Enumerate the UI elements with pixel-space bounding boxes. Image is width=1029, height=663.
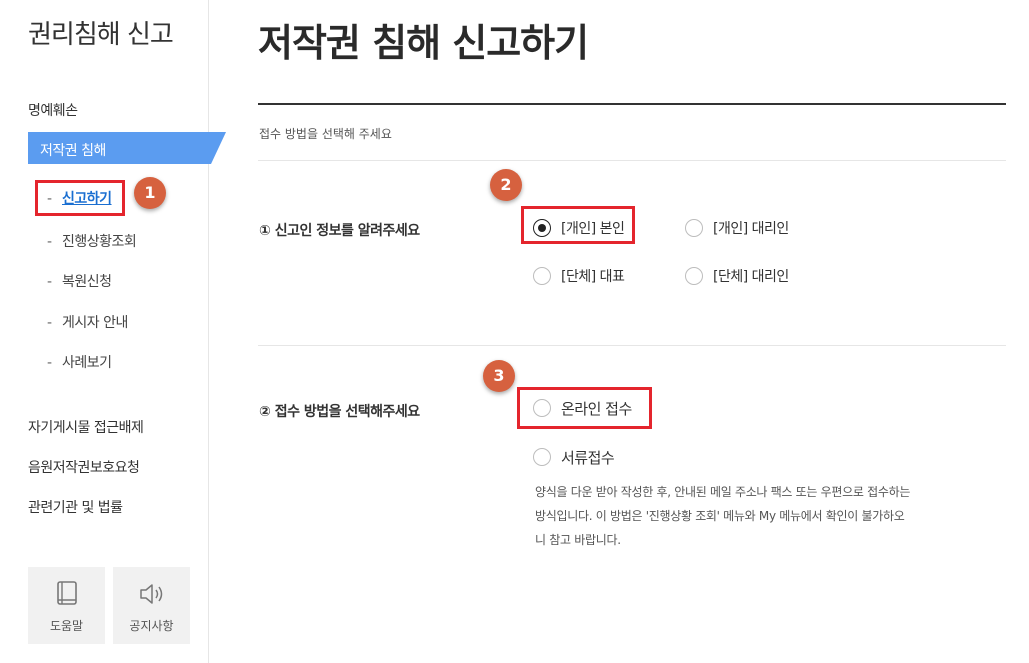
radio-individual-agent[interactable]: [개인] 대리인 <box>685 217 789 239</box>
question-submission-method: ② 접수 방법을 선택해주세요 <box>259 404 420 420</box>
submenu-item-progress[interactable]: - 진행상황조회 <box>47 231 137 251</box>
radio-group-agent[interactable]: [단체] 대리인 <box>685 265 789 287</box>
book-icon <box>28 581 105 609</box>
sidebar-title: 권리침해 신고 <box>28 20 174 50</box>
step-badge-1: 1 <box>134 177 166 209</box>
radio-button[interactable] <box>685 267 703 285</box>
sidebar-item-self-exclusion[interactable]: 자기게시물 접근배제 <box>28 417 144 437</box>
submenu-item-restore[interactable]: - 복원신청 <box>47 271 112 291</box>
submenu-item-label: 진행상황조회 <box>62 234 137 250</box>
sidebar-item-related-laws[interactable]: 관련기관 및 법률 <box>28 497 123 517</box>
notice-button[interactable]: 공지사항 <box>113 567 190 644</box>
question-reporter-info: ① 신고인 정보를 알려주세요 <box>259 223 420 239</box>
submenu-dash: - <box>47 274 52 290</box>
submenu-dash: - <box>47 315 52 331</box>
radio-document-submission[interactable]: 서류접수 <box>533 446 615 468</box>
radio-label: [개인] 대리인 <box>713 221 789 237</box>
step-badge-3: 3 <box>483 360 515 392</box>
submenu-item-cases[interactable]: - 사례보기 <box>47 352 112 372</box>
speaker-icon <box>113 581 190 609</box>
submenu-dash: - <box>47 355 52 371</box>
radio-group-representative[interactable]: [단체] 대표 <box>533 265 625 287</box>
intro-text: 접수 방법을 선택해 주세요 <box>259 127 392 141</box>
radio-label: [단체] 대리인 <box>713 269 789 285</box>
title-divider <box>258 103 1006 105</box>
radio-button[interactable] <box>533 267 551 285</box>
document-submission-note: 양식을 다운 받아 작성한 후, 안내된 메일 주소나 팩스 또는 우편으로 접… <box>535 485 911 547</box>
radio-button[interactable] <box>685 219 703 237</box>
section-divider <box>258 160 1006 161</box>
radio-label: 서류접수 <box>561 448 615 467</box>
step-badge-2: 2 <box>490 169 522 201</box>
sidebar: 권리침해 신고 명예훼손 저작권 침해 - 신고하기 - 진행상황조회 - 복원신청 … <box>0 0 226 663</box>
submenu-item-label: 사례보기 <box>62 355 112 371</box>
notice-button-label: 공지사항 <box>129 619 174 633</box>
help-button-label: 도움말 <box>49 619 84 633</box>
sidebar-item-label: 저작권 침해 <box>40 143 106 159</box>
page-title: 저작권 침해 신고하기 <box>258 21 589 65</box>
submenu-item-label: 복원신청 <box>62 274 112 290</box>
submenu-dash: - <box>47 234 52 250</box>
radio-label: [단체] 대표 <box>561 269 625 285</box>
highlight-box-step1 <box>35 180 125 216</box>
help-button[interactable]: 도움말 <box>28 567 105 644</box>
sidebar-item-copyright-active[interactable]: 저작권 침해 <box>28 132 226 164</box>
highlight-box-step3 <box>517 387 652 429</box>
radio-button[interactable] <box>533 448 551 466</box>
highlight-box-step2 <box>521 206 635 244</box>
sidebar-item-music-copyright[interactable]: 음원저작권보호요청 <box>28 457 140 477</box>
submenu-item-label: 게시자 안내 <box>62 315 128 331</box>
section-divider <box>258 345 1006 346</box>
submenu-item-poster-guide[interactable]: - 게시자 안내 <box>47 312 128 332</box>
sidebar-item-defamation[interactable]: 명예훼손 <box>28 100 78 120</box>
